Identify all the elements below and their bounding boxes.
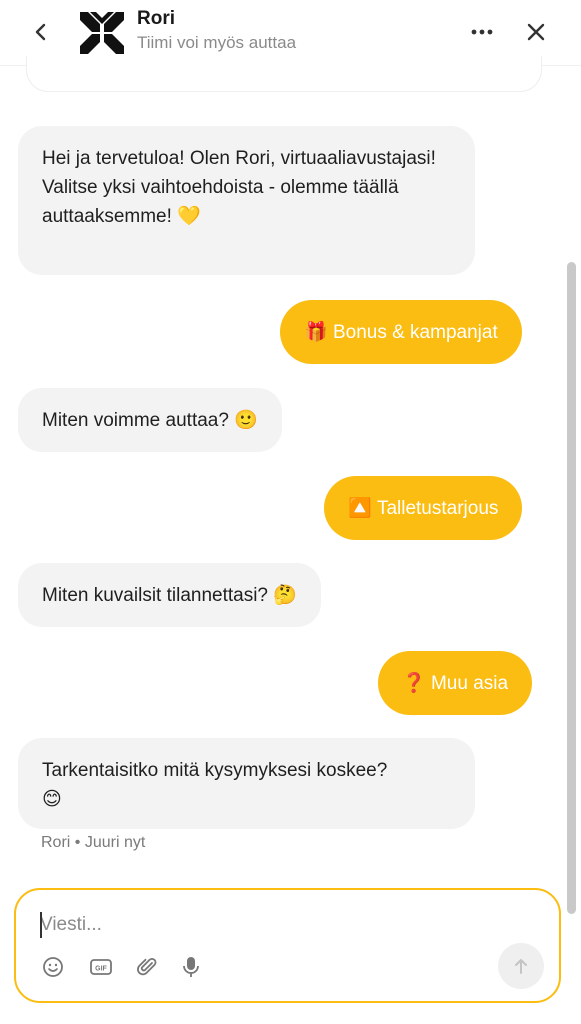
message-input[interactable]: [40, 910, 460, 940]
arrow-up-icon: [515, 959, 527, 974]
chevron-left-icon: [35, 23, 46, 41]
message-text: Tarkentaisitko mitä kysymyksesi koskee?: [42, 760, 388, 781]
question-mark-emoji: ❓: [402, 672, 426, 694]
brand-logo: [78, 10, 126, 56]
chat-scrollbar[interactable]: [567, 262, 576, 914]
agent-subtitle: Tiimi voi myös auttaa: [137, 33, 297, 52]
close-icon: [527, 23, 545, 41]
back-button[interactable]: [28, 18, 54, 46]
text-caret: [40, 912, 42, 938]
emoji-icon: [43, 957, 63, 977]
message-text: Hei ja tervetuloa! Olen Rori, virtuaalia…: [42, 148, 436, 227]
more-horizontal-icon: [471, 29, 493, 35]
gift-emoji: 🎁: [304, 321, 328, 343]
yellow-heart-emoji: 💛: [177, 206, 201, 227]
bot-message: Tarkentaisitko mitä kysymyksesi koskee? …: [18, 738, 475, 829]
bot-message: Miten kuvailsit tilannettasi? 🤔: [18, 563, 321, 627]
reply-label: Muu asia: [430, 672, 509, 694]
microphone-icon: [183, 957, 199, 977]
reply-label: Bonus & kampanjat: [332, 321, 498, 343]
gif-icon: GIF: [90, 959, 112, 975]
message-text: Miten voimme auttaa?: [42, 409, 229, 431]
close-button[interactable]: [522, 18, 550, 46]
up-arrow-emoji: 🔼: [348, 497, 372, 519]
message-meta: Rori • Juuri nyt: [41, 834, 145, 852]
attachment-icon: [137, 957, 157, 976]
gif-button[interactable]: GIF: [88, 954, 114, 980]
svg-text:GIF: GIF: [95, 966, 107, 973]
slight-smile-emoji: 🙂: [234, 409, 258, 431]
user-reply-other[interactable]: ❓ Muu asia: [378, 651, 533, 715]
agent-name: Rori: [137, 8, 175, 29]
meta-sender: Rori: [41, 834, 71, 851]
meta-separator: •: [74, 834, 81, 851]
user-reply-deposit[interactable]: 🔼 Talletustarjous: [324, 476, 523, 540]
more-options-button[interactable]: [467, 20, 497, 44]
reply-label: Talletustarjous: [376, 497, 499, 519]
bot-message: Miten voimme auttaa? 🙂: [18, 388, 282, 452]
user-reply-bonus[interactable]: 🎁 Bonus & kampanjat: [280, 300, 522, 364]
send-button[interactable]: [498, 943, 544, 989]
smile-emoji: 😊: [42, 789, 62, 810]
previous-message-card: [26, 56, 542, 92]
bot-message: Hei ja tervetuloa! Olen Rori, virtuaalia…: [18, 126, 475, 275]
meta-time: Juuri nyt: [84, 834, 146, 851]
thinking-emoji: 🤔: [273, 584, 297, 606]
attachment-button[interactable]: [134, 954, 160, 980]
message-composer: GIF: [14, 888, 561, 1003]
emoji-button[interactable]: [40, 954, 66, 980]
microphone-button[interactable]: [178, 954, 204, 980]
message-text: Miten kuvailsit tilannettasi?: [42, 584, 268, 606]
